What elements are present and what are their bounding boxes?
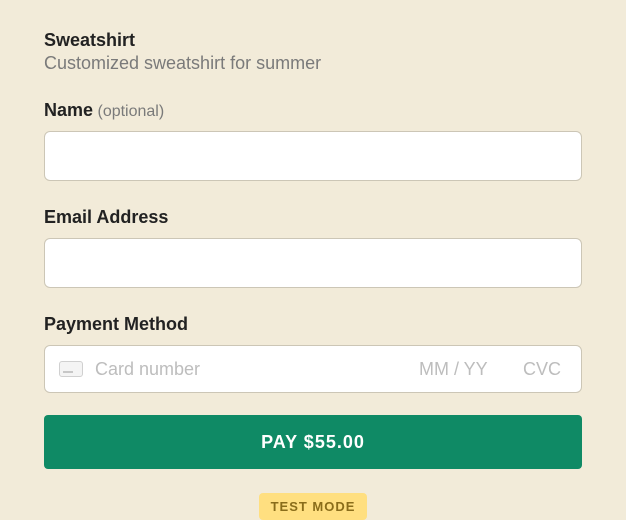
name-hint: (optional)	[97, 103, 164, 120]
product-title: Sweatshirt	[44, 30, 582, 51]
email-field: Email Address	[44, 207, 582, 288]
pay-button[interactable]: PAY $55.00	[44, 415, 582, 469]
product-description: Customized sweatshirt for summer	[44, 53, 582, 74]
name-label: Name	[44, 100, 93, 120]
payment-label: Payment Method	[44, 314, 188, 334]
card-cvc-input[interactable]	[523, 359, 567, 380]
email-label: Email Address	[44, 207, 168, 227]
email-input[interactable]	[44, 238, 582, 288]
card-number-input[interactable]	[95, 359, 407, 380]
payment-field: Payment Method	[44, 314, 582, 393]
card-expiry-input[interactable]	[419, 359, 511, 380]
name-field: Name (optional)	[44, 100, 582, 181]
card-icon	[59, 361, 83, 377]
card-input-row[interactable]	[44, 345, 582, 393]
name-input[interactable]	[44, 131, 582, 181]
checkout-form: Sweatshirt Customized sweatshirt for sum…	[44, 30, 582, 520]
